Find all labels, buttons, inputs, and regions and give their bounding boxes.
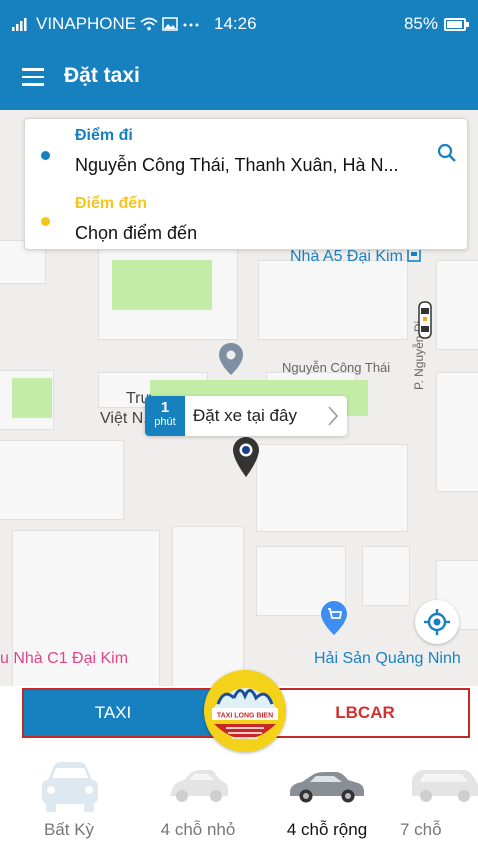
map-block bbox=[436, 372, 478, 492]
car-front-icon bbox=[42, 762, 98, 812]
car-type-selector: Bất Kỳ 4 chỗ nhỏ 4 chỗ rộng 7 chỗ bbox=[0, 748, 478, 844]
park-area bbox=[12, 378, 52, 418]
signal-icon bbox=[12, 18, 27, 31]
destination-input[interactable]: Chọn điểm đến bbox=[75, 223, 197, 244]
carrier-name: VINAPHONE bbox=[36, 14, 137, 33]
map-block bbox=[362, 546, 410, 606]
crosshair-icon bbox=[424, 609, 450, 635]
more-icon bbox=[183, 23, 199, 27]
building-icon bbox=[407, 248, 422, 262]
book-here-label: Đặt xe tại đây bbox=[193, 406, 297, 425]
suv-icon bbox=[412, 770, 478, 802]
car-type-label: 7 chỗ bbox=[400, 820, 442, 839]
car-type-label: 4 chỗ rộng bbox=[286, 820, 368, 839]
trip-address-card: Điểm đi Nguyễn Công Thái, Thanh Xuân, Hà… bbox=[24, 118, 468, 250]
car-type-any[interactable]: Bất Kỳ bbox=[24, 748, 114, 844]
map-block bbox=[0, 440, 124, 520]
poi-c1-label: u Nhà C1 Đại Kim bbox=[0, 650, 129, 667]
sedan-small-icon bbox=[170, 770, 228, 802]
park-area bbox=[112, 260, 212, 310]
origin-dot bbox=[41, 151, 50, 160]
book-here-callout[interactable]: 1 phút Đặt xe tại đây bbox=[145, 396, 347, 436]
shop-pin-icon bbox=[321, 601, 347, 635]
locate-button[interactable] bbox=[415, 600, 459, 644]
map-block bbox=[172, 526, 244, 686]
status-bar: VINAPHONE 14:26 85% bbox=[0, 0, 478, 44]
clock: 14:26 bbox=[214, 14, 257, 33]
eta-unit: phút bbox=[154, 416, 176, 428]
battery-level: 85% bbox=[403, 14, 438, 33]
current-location-pin-icon bbox=[233, 437, 259, 477]
gallery-icon bbox=[162, 17, 178, 31]
eta-minutes: 1 bbox=[160, 399, 170, 416]
car-type-7[interactable]: 7 chỗ bbox=[400, 748, 478, 844]
chevron-right-icon bbox=[328, 406, 339, 426]
map-block bbox=[256, 444, 408, 532]
menu-icon[interactable] bbox=[22, 68, 44, 86]
wifi-icon bbox=[140, 17, 158, 31]
carrier: VINAPHONE bbox=[12, 14, 200, 34]
battery-icon bbox=[444, 17, 469, 31]
car-type-large-4[interactable]: 4 chỗ rộng bbox=[272, 748, 382, 844]
car-type-small-4[interactable]: 4 chỗ nhỏ bbox=[148, 748, 248, 844]
destination-dot bbox=[41, 217, 50, 226]
taxi-long-bien-logo: TAXI LONG BIEN bbox=[204, 670, 286, 752]
poi-seafood-label: Hải Sản Quảng Ninh bbox=[314, 650, 461, 667]
page-title: Đặt taxi bbox=[64, 64, 140, 87]
svg-text:TAXI LONG BIEN: TAXI LONG BIEN bbox=[217, 713, 273, 720]
taxi-car-icon bbox=[418, 301, 432, 339]
taxi-tab[interactable]: TAXI bbox=[22, 688, 232, 738]
search-icon[interactable] bbox=[437, 143, 457, 163]
map-pin-icon bbox=[219, 343, 243, 375]
car-type-label: Bất Kỳ bbox=[43, 820, 95, 839]
eta-badge: 1 phút bbox=[145, 396, 185, 436]
battery: 85% bbox=[403, 14, 469, 34]
poi-a5-label: Nhà A5 Đại Kim bbox=[290, 248, 403, 265]
car-type-label: 4 chỗ nhỏ bbox=[160, 820, 236, 839]
street-label: Nguyễn Công Thái bbox=[282, 360, 391, 375]
map-block bbox=[436, 260, 478, 350]
map-block bbox=[258, 260, 408, 340]
destination-label: Điểm đến bbox=[75, 195, 148, 212]
logo-emblem: TAXI LONG BIEN bbox=[204, 670, 286, 752]
map-label-poi: Nhà A5 Đại Kim bbox=[290, 248, 422, 266]
origin-input[interactable]: Nguyễn Công Thái, Thanh Xuân, Hà N... bbox=[75, 155, 399, 176]
app-bar: Đặt taxi bbox=[0, 44, 478, 110]
origin-label: Điểm đi bbox=[75, 127, 133, 144]
sedan-large-icon bbox=[290, 772, 364, 803]
